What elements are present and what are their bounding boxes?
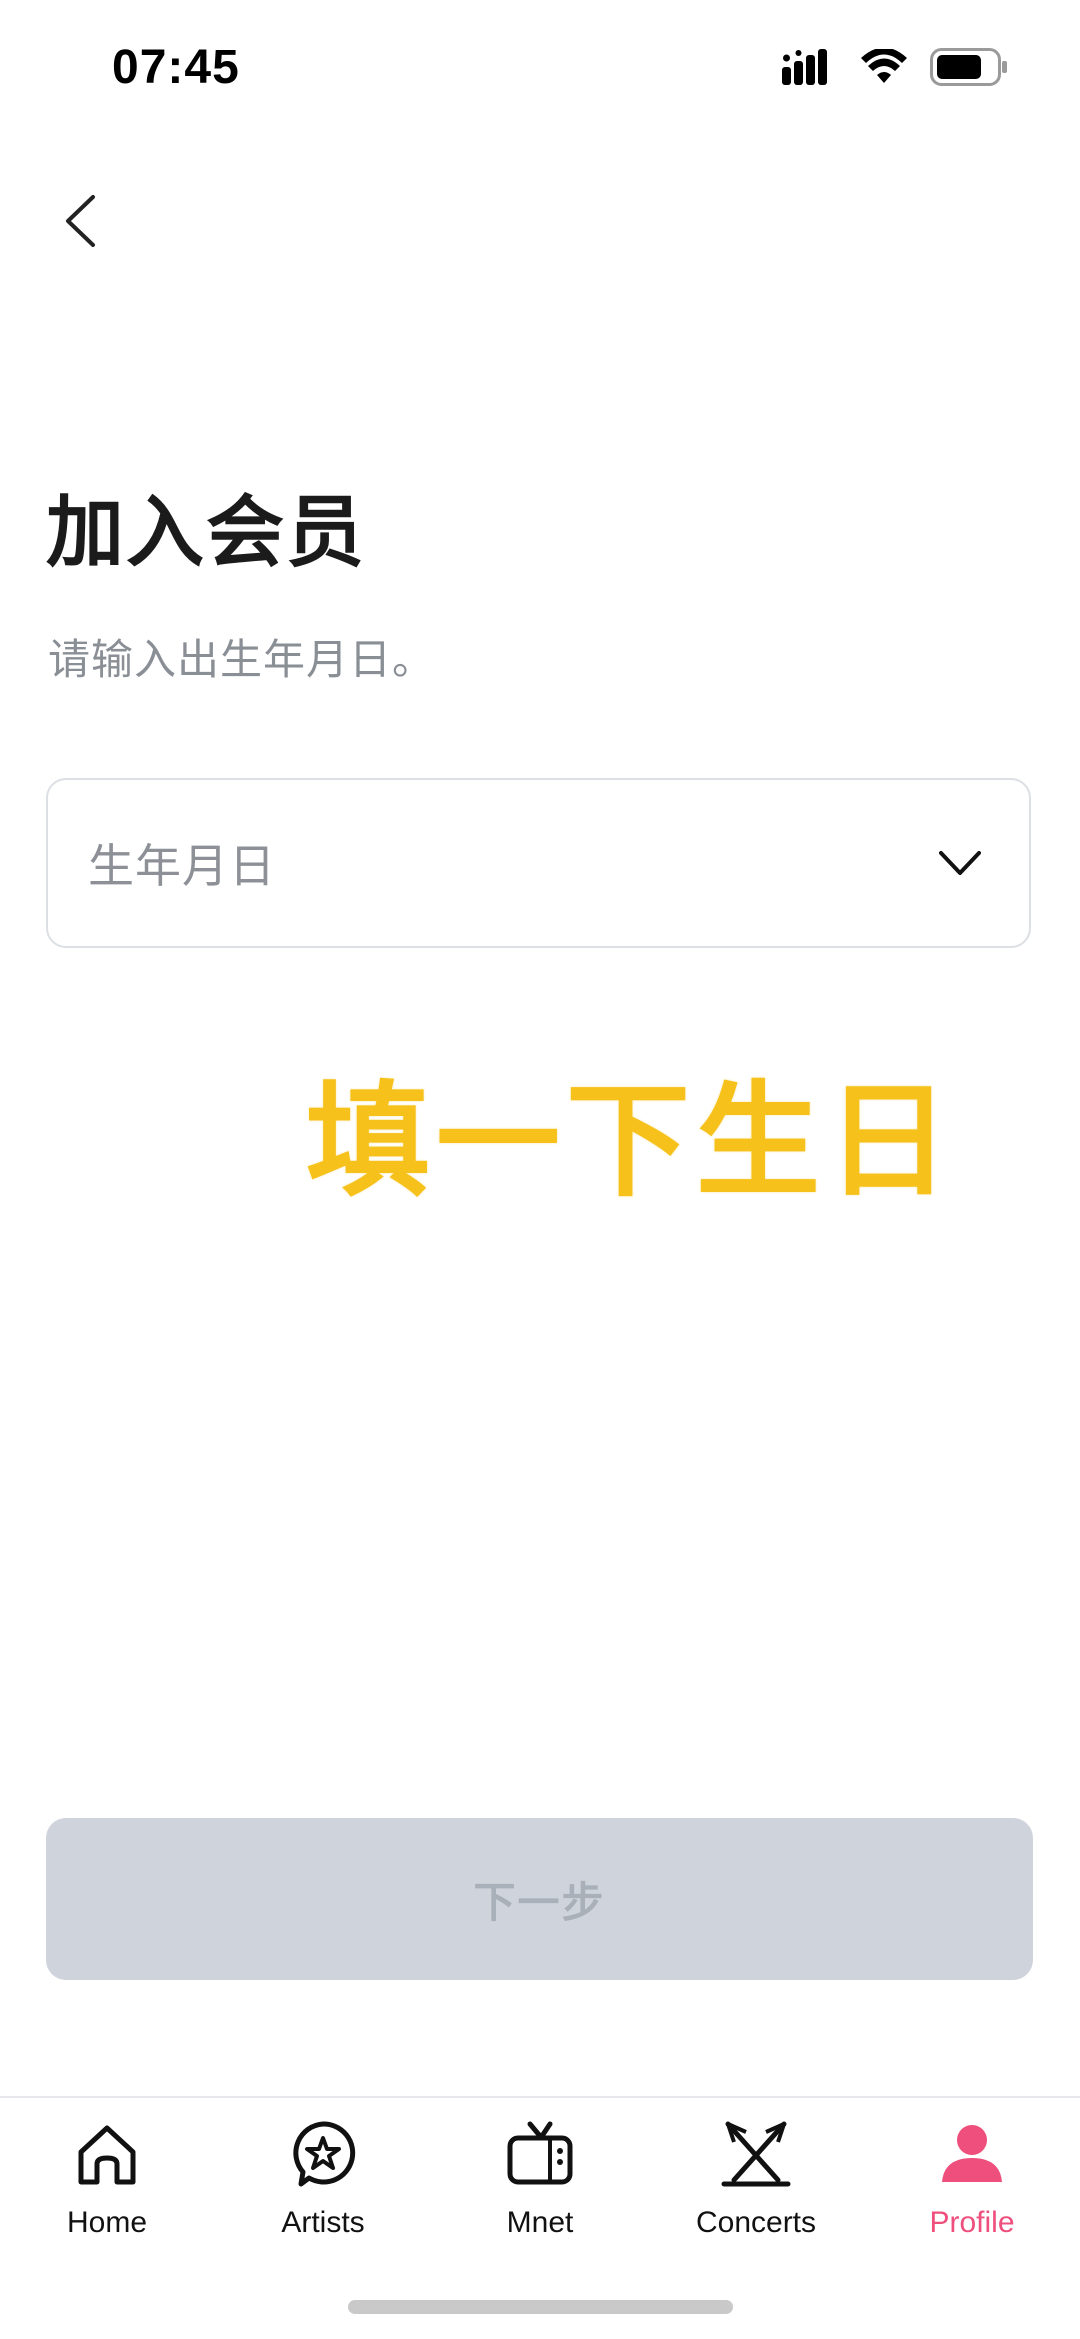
page-subtitle: 请输入出生年月日。 xyxy=(48,635,436,684)
next-button[interactable]: 下一步 xyxy=(46,1818,1033,1980)
annotation-overlay: 填一下生日 xyxy=(306,1070,957,1214)
chevron-down-icon xyxy=(939,851,981,875)
profile-icon xyxy=(942,2125,1002,2182)
page-title: 加入会员 xyxy=(46,488,367,578)
tv-icon xyxy=(507,2121,573,2185)
nav-item-home[interactable]: Home xyxy=(17,2118,197,2240)
concert-lights-icon xyxy=(721,2121,791,2187)
chevron-left-icon xyxy=(66,195,95,247)
signal-icon xyxy=(782,49,827,85)
birthdate-placeholder: 生年月日 xyxy=(88,839,276,893)
battery-icon xyxy=(930,48,1007,86)
back-button[interactable] xyxy=(50,186,110,256)
nav-item-artists[interactable]: Artists xyxy=(233,2118,413,2240)
artist-star-icon xyxy=(293,2121,356,2187)
home-icon xyxy=(78,2125,136,2185)
nav-item-profile[interactable]: Profile xyxy=(882,2118,1062,2240)
nav-label-artists: Artists xyxy=(281,2206,365,2239)
home-indicator[interactable] xyxy=(348,2300,733,2314)
wifi-icon xyxy=(861,49,907,83)
birthdate-select[interactable]: 生年月日 xyxy=(46,778,1031,948)
status-time: 07:45 xyxy=(112,41,240,94)
nav-item-mnet[interactable]: Mnet xyxy=(450,2118,630,2240)
status-icons xyxy=(782,48,1008,86)
nav-item-concerts[interactable]: Concerts xyxy=(666,2118,846,2240)
nav-label-mnet: Mnet xyxy=(506,2206,574,2239)
nav-label-profile: Profile xyxy=(929,2206,1015,2239)
nav-label-concerts: Concerts xyxy=(695,2206,817,2239)
nav-label-home: Home xyxy=(66,2206,148,2239)
